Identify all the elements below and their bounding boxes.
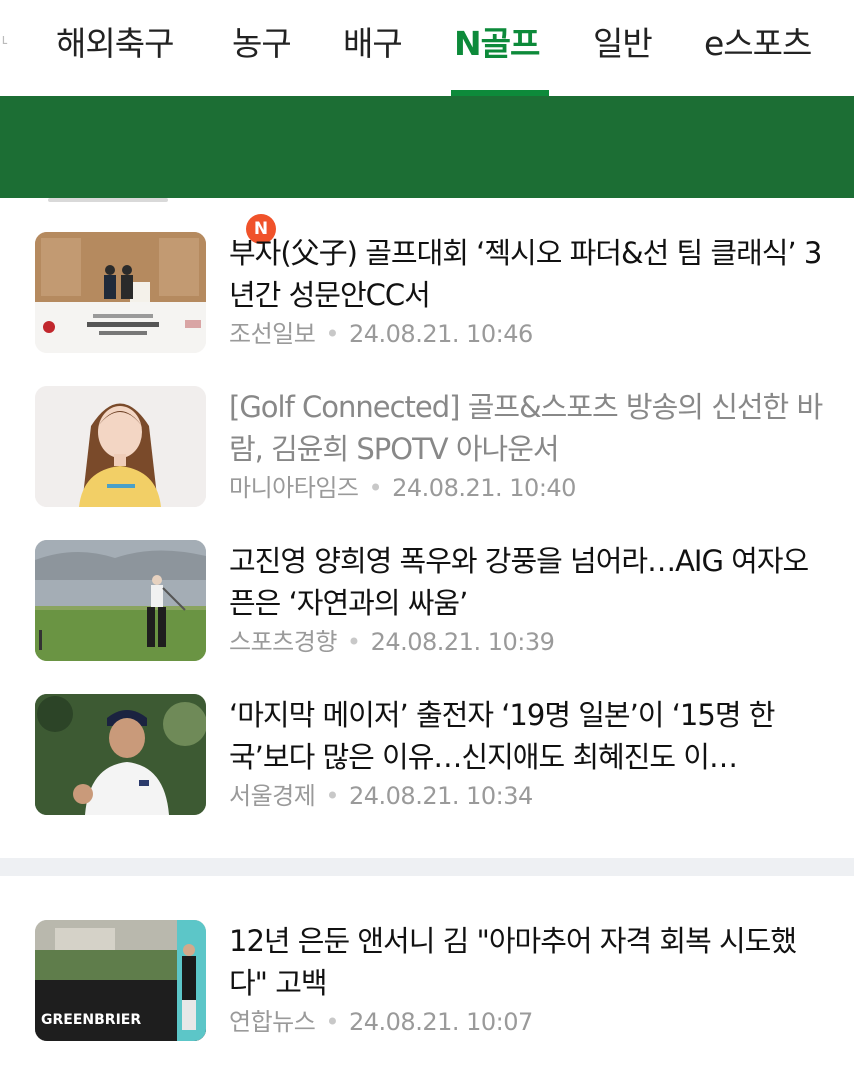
article-source: 마니아타임즈 — [229, 474, 359, 502]
article-source: 조선일보 — [229, 320, 316, 348]
separator-dot: • — [346, 628, 361, 656]
article-thumbnail[interactable]: GREENBRIER — [35, 920, 206, 1041]
golfer-swing-photo-icon — [35, 540, 206, 661]
article-thumbnail[interactable] — [35, 232, 206, 353]
article-item[interactable]: GREENBRIER 12년 은둔 앤서니 김 "아마추어 자격 회복 시도했다… — [0, 0, 854, 1041]
article-meta: 조선일보 • 24.08.21. 10:46 — [229, 318, 533, 350]
article-thumbnail[interactable] — [35, 386, 206, 507]
scroll-remnant-divider — [48, 198, 168, 202]
article-time: 24.08.21. 10:34 — [348, 782, 533, 810]
article-title[interactable]: ‘마지막 메이저’ 출전자 ‘19명 일본’이 ‘15명 한국’보다 많은 이유… — [229, 694, 829, 778]
article-time: 24.08.21. 10:07 — [348, 1008, 533, 1036]
article-meta: 서울경제 • 24.08.21. 10:34 — [229, 780, 533, 812]
separator-dot: • — [325, 320, 339, 348]
article-title[interactable]: 12년 은둔 앤서니 김 "아마추어 자격 회복 시도했다" 고백 — [229, 920, 829, 1004]
article-thumbnail[interactable] — [35, 694, 206, 815]
separator-dot: • — [368, 474, 383, 502]
separator-dot: • — [325, 1008, 339, 1036]
greenbrier-logo-text: GREENBRIER — [41, 1012, 141, 1028]
article-meta: 연합뉴스 • 24.08.21. 10:07 — [229, 1006, 533, 1038]
greenbrier-golfer-photo-icon: GREENBRIER — [35, 920, 206, 1041]
article-time: 24.08.21. 10:40 — [392, 474, 576, 502]
article-source: 연합뉴스 — [229, 1008, 316, 1036]
ceremony-photo-icon — [35, 232, 206, 353]
article-time: 24.08.21. 10:39 — [370, 628, 555, 656]
article-source: 스포츠경향 — [229, 628, 337, 656]
golfer-portrait-photo-icon — [35, 694, 206, 815]
article-meta: 마니아타임즈 • 24.08.21. 10:40 — [229, 472, 576, 504]
article-thumbnail[interactable] — [35, 540, 206, 661]
section-separator — [0, 858, 854, 876]
article-source: 서울경제 — [229, 782, 316, 810]
article-title[interactable]: [Golf Connected] 골프&스포츠 방송의 신선한 바람, 김윤희 … — [229, 386, 829, 470]
article-title[interactable]: 부자(父子) 골프대회 ‘젝시오 파더&선 팀 클래식’ 3년간 성문안CC서 — [229, 232, 829, 316]
separator-dot: • — [325, 782, 339, 810]
article-meta: 스포츠경향 • 24.08.21. 10:39 — [229, 626, 555, 658]
announcer-photo-icon — [35, 386, 206, 507]
article-time: 24.08.21. 10:46 — [348, 320, 533, 348]
article-title[interactable]: 고진영 양희영 폭우와 강풍을 넘어라…AIG 여자오픈은 ‘자연과의 싸움’ — [229, 540, 829, 624]
